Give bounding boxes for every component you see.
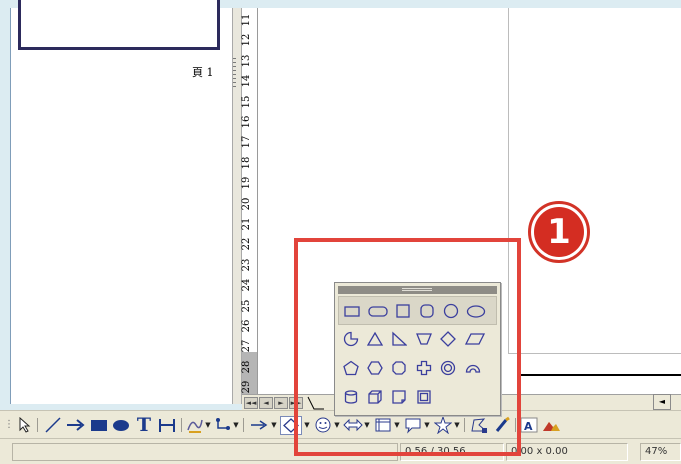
ruler-number: 23	[241, 258, 252, 272]
fit-text-tool-icon[interactable]	[156, 415, 178, 435]
ruler-number: 14	[241, 74, 252, 88]
splitter-grip	[233, 62, 236, 63]
slide-page-label: 頁 1	[192, 66, 214, 79]
connector-tool-icon[interactable]	[214, 415, 232, 435]
separator	[37, 418, 38, 432]
curve-dropdown-icon[interactable]: ▼	[204, 415, 212, 435]
ruler-number: 24	[241, 278, 252, 292]
ruler-number: 26	[241, 319, 252, 333]
splitter-grip	[233, 66, 236, 67]
select-tool-icon[interactable]	[14, 415, 34, 435]
scroll-left-button[interactable]: ◄	[653, 394, 671, 410]
ruler-number: 12	[241, 34, 252, 47]
arrow-line-tool-icon[interactable]	[64, 415, 86, 435]
ruler-number: 19	[241, 176, 252, 190]
slide-thumbnail[interactable]	[18, 0, 220, 50]
ruler-number: 22	[241, 238, 252, 251]
connector-dropdown-icon[interactable]: ▼	[232, 415, 240, 435]
status-size: 0.00 x 0.00	[506, 443, 628, 461]
rectangle-tool-icon[interactable]	[88, 415, 110, 435]
splitter-grip	[233, 74, 236, 75]
ruler-number: 18	[241, 156, 252, 170]
curve-tool-icon[interactable]	[186, 415, 204, 435]
splitter-grip	[233, 70, 236, 71]
highlight-box	[294, 238, 521, 456]
ruler-number: 13	[241, 54, 252, 68]
first-slide-button[interactable]: ◄◄	[244, 397, 258, 409]
splitter-grip	[233, 86, 236, 87]
splitter-grip	[233, 78, 236, 79]
fontwork-tool-icon[interactable]: A	[519, 415, 539, 435]
from-file-tool-icon[interactable]	[541, 415, 561, 435]
toolbar-grip-icon: ⋮	[4, 419, 14, 430]
ruler-number: 25	[241, 299, 252, 312]
line-tool-icon[interactable]	[42, 415, 64, 435]
page-edge-bottom	[508, 353, 681, 354]
splitter-grip	[233, 58, 236, 59]
ruler-number: 28	[241, 360, 252, 374]
separator	[243, 418, 244, 432]
prev-slide-button[interactable]: ◄	[259, 397, 273, 409]
text-tool-icon[interactable]: T	[134, 415, 154, 435]
ruler-number: 20	[241, 197, 252, 210]
separator	[181, 418, 182, 432]
ruler-number: 11	[241, 13, 252, 27]
next-slide-button[interactable]: ►	[274, 397, 288, 409]
splitter-grip	[233, 82, 236, 83]
lines-arrows-dropdown-icon[interactable]: ▼	[270, 415, 278, 435]
ruler-number: 27	[241, 340, 252, 353]
ruler-number: 21	[241, 217, 252, 231]
svg-text:A: A	[524, 420, 533, 433]
vertical-ruler[interactable]: 11 12 13 14 15 16 17 18 19 20 21 22 23 24 25 26 27 28 29	[241, 8, 258, 396]
ruler-number: 29	[241, 380, 252, 394]
step-number: 1	[534, 207, 584, 257]
ruler-number: 15	[241, 95, 252, 108]
page-border-line	[520, 374, 681, 376]
ruler-number: 16	[241, 115, 252, 129]
ruler-number: 17	[241, 136, 252, 149]
step-number-badge: 1	[528, 201, 590, 263]
ellipse-tool-icon[interactable]	[110, 415, 132, 435]
lines-arrows-tool-icon[interactable]	[248, 415, 270, 435]
status-zoom[interactable]: 47%	[640, 443, 681, 461]
